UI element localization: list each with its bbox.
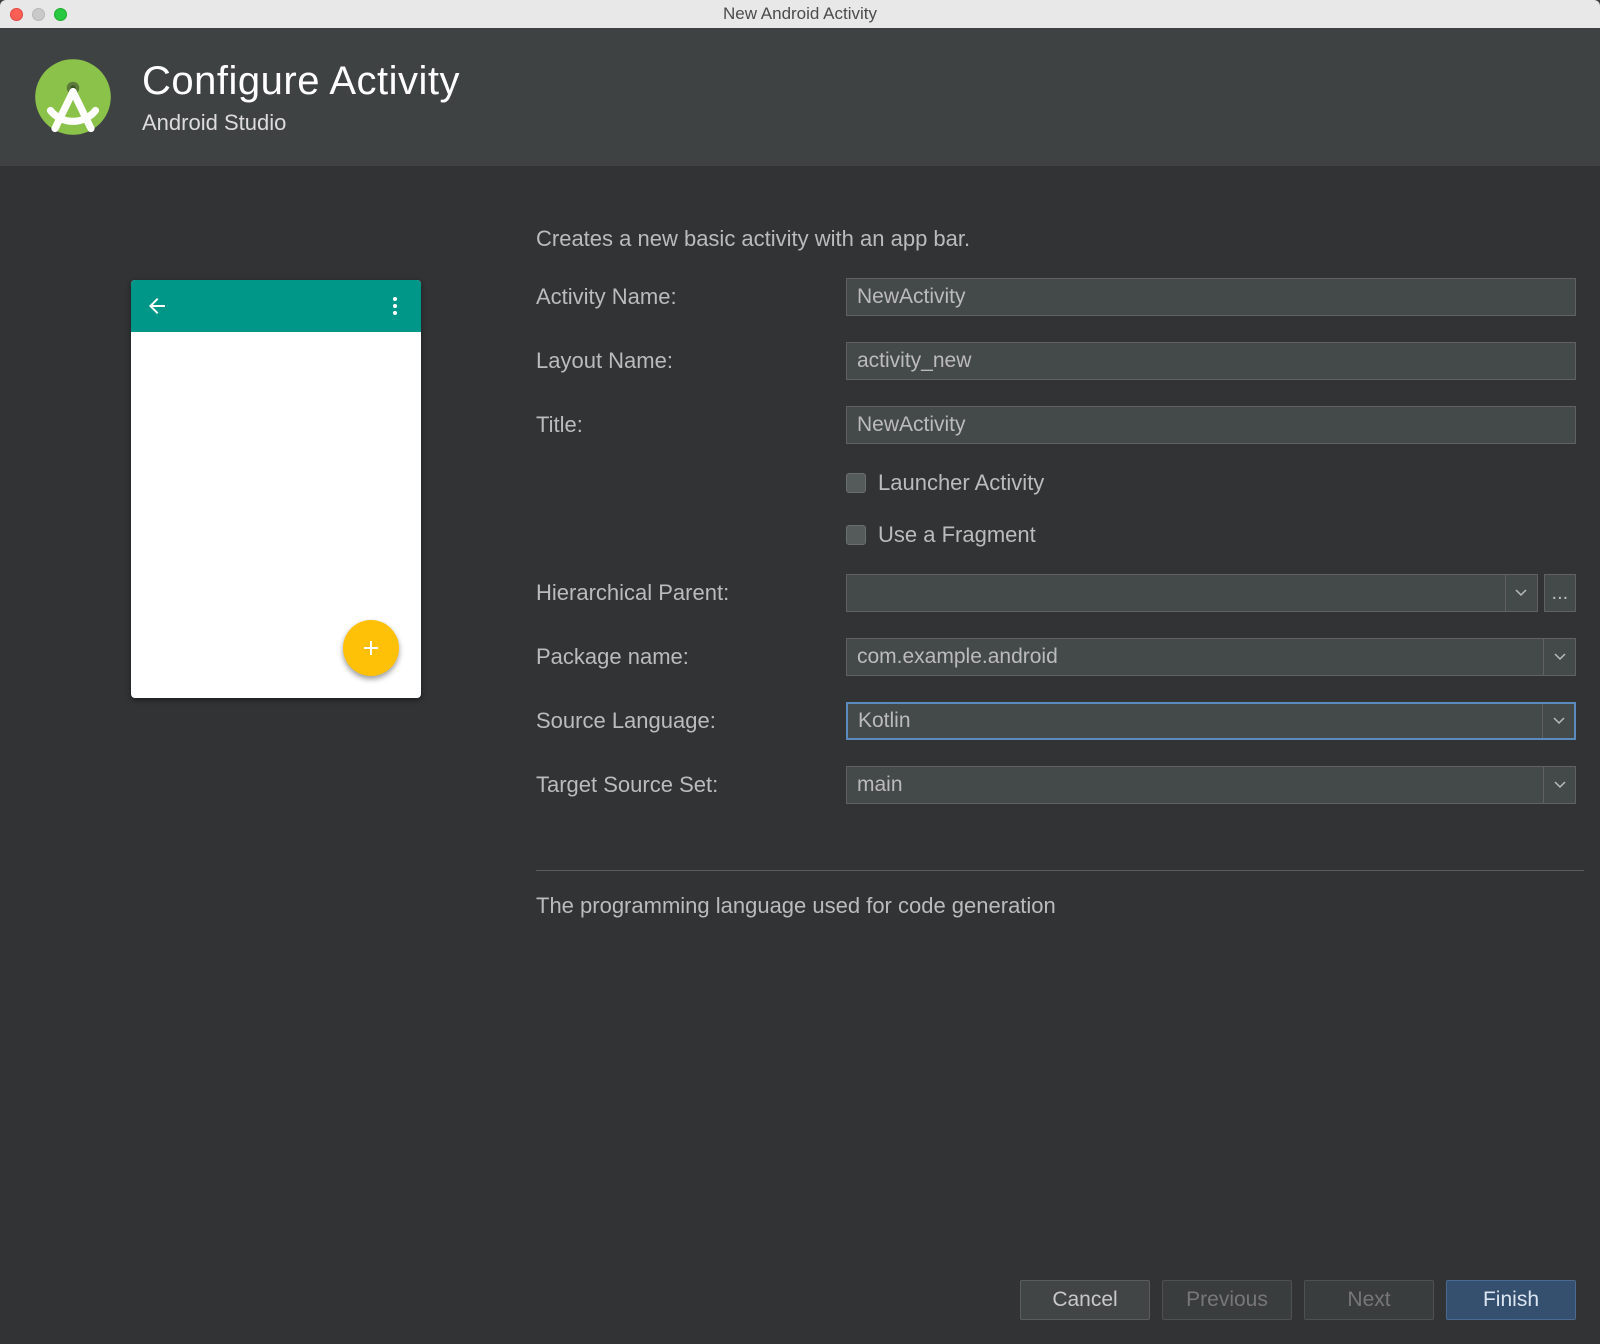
wizard-footer: Cancel Previous Next Finish [0, 1256, 1600, 1344]
activity-name-input[interactable] [846, 278, 1576, 316]
form-description: Creates a new basic activity with an app… [536, 226, 1584, 252]
titlebar: New Android Activity [0, 0, 1600, 28]
source-language-combo[interactable]: Kotlin [846, 702, 1576, 740]
cancel-button[interactable]: Cancel [1020, 1280, 1150, 1320]
chevron-down-icon [1542, 704, 1574, 738]
chevron-down-icon [1505, 575, 1537, 611]
launcher-activity-checkbox[interactable] [846, 473, 866, 493]
preview-fab-icon [343, 620, 399, 676]
chevron-down-icon [1543, 639, 1575, 675]
hierarchical-parent-combo[interactable] [846, 574, 1538, 612]
activity-preview-column [16, 206, 536, 1256]
activity-preview [131, 280, 421, 698]
launcher-activity-label: Launcher Activity [878, 470, 1044, 496]
android-studio-logo-icon [28, 52, 118, 142]
use-fragment-label: Use a Fragment [878, 522, 1036, 548]
package-name-label: Package name: [536, 644, 846, 670]
preview-appbar [131, 280, 421, 332]
layout-name-label: Layout Name: [536, 348, 846, 374]
layout-name-input[interactable] [846, 342, 1576, 380]
wizard-header: Configure Activity Android Studio [0, 28, 1600, 166]
wizard-title: Configure Activity [142, 59, 460, 104]
window-title: New Android Activity [0, 4, 1600, 24]
title-label: Title: [536, 412, 846, 438]
source-language-label: Source Language: [536, 708, 846, 734]
title-input[interactable] [846, 406, 1576, 444]
target-source-set-combo[interactable]: main [846, 766, 1576, 804]
ellipsis-icon: ... [1552, 582, 1569, 605]
browse-parent-button[interactable]: ... [1544, 574, 1576, 612]
chevron-down-icon [1543, 767, 1575, 803]
next-button[interactable]: Next [1304, 1280, 1434, 1320]
package-name-combo[interactable]: com.example.android [846, 638, 1576, 676]
package-name-value: com.example.android [857, 645, 1543, 669]
target-source-set-value: main [857, 773, 1543, 797]
wizard-body: Creates a new basic activity with an app… [0, 166, 1600, 1256]
source-language-value: Kotlin [858, 709, 1542, 733]
back-arrow-icon [145, 294, 169, 318]
overflow-menu-icon [383, 294, 407, 318]
activity-name-label: Activity Name: [536, 284, 846, 310]
hierarchical-parent-label: Hierarchical Parent: [536, 580, 846, 606]
hint-text: The programming language used for code g… [536, 870, 1584, 919]
form-column: Creates a new basic activity with an app… [536, 206, 1584, 1256]
use-fragment-checkbox[interactable] [846, 525, 866, 545]
previous-button[interactable]: Previous [1162, 1280, 1292, 1320]
finish-button[interactable]: Finish [1446, 1280, 1576, 1320]
wizard-subtitle: Android Studio [142, 110, 460, 136]
target-source-set-label: Target Source Set: [536, 772, 846, 798]
